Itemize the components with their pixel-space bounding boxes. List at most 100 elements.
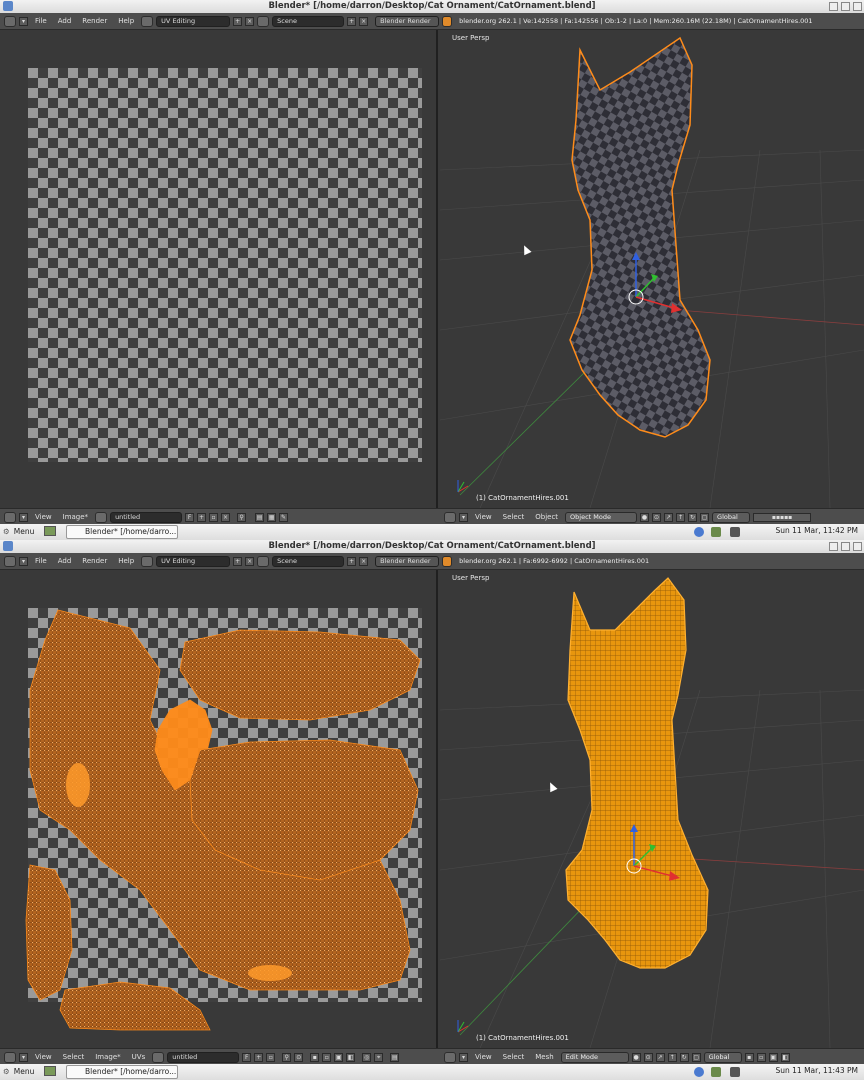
uv-image-editor[interactable] bbox=[0, 570, 438, 1048]
cat-mesh[interactable] bbox=[569, 36, 711, 438]
add-scene-button[interactable]: + bbox=[347, 16, 357, 26]
manipulator-toggle-icon[interactable]: ↗ bbox=[655, 1052, 665, 1062]
mesh-select-edge-icon[interactable]: ▫ bbox=[756, 1052, 766, 1062]
render-engine-select[interactable]: Blender Render bbox=[375, 555, 440, 567]
monitor-tray-icon[interactable] bbox=[711, 1067, 721, 1077]
menu-help[interactable]: Help bbox=[114, 557, 138, 565]
show-desktop-icon[interactable] bbox=[44, 1066, 57, 1076]
menu-add[interactable]: Add bbox=[54, 17, 76, 25]
uv-menu-select[interactable]: Select bbox=[59, 1053, 89, 1061]
image-new-button[interactable]: + bbox=[197, 512, 207, 522]
remove-layout-button[interactable]: × bbox=[245, 16, 255, 26]
layer-buttons-icon[interactable]: ▪▪▪▪▪ bbox=[753, 512, 812, 522]
editor-type-info-icon[interactable] bbox=[4, 15, 16, 27]
snap-toggle-icon[interactable]: ⌖ bbox=[374, 1052, 384, 1062]
add-layout-button[interactable]: + bbox=[233, 556, 243, 566]
network-tray-icon[interactable] bbox=[730, 1067, 740, 1077]
uv-menu-view[interactable]: View bbox=[31, 513, 56, 521]
menu-render[interactable]: Render bbox=[78, 17, 111, 25]
translate-manipulator-icon[interactable]: ↑ bbox=[667, 1052, 677, 1062]
scene-field[interactable]: Scene bbox=[272, 15, 345, 27]
rotate-manipulator-icon[interactable]: ↻ bbox=[679, 1052, 689, 1062]
image-open-button[interactable]: ▫ bbox=[209, 512, 219, 522]
menu-render[interactable]: Render bbox=[78, 557, 111, 565]
viewport-shading-icon[interactable]: ● bbox=[640, 512, 650, 522]
image-fake-user-button[interactable]: F bbox=[242, 1052, 252, 1062]
start-menu-button[interactable]: ⚙ Menu bbox=[3, 1066, 57, 1076]
uv-island-tail[interactable] bbox=[59, 981, 211, 1031]
editor-type-uv-icon[interactable] bbox=[4, 511, 16, 523]
collapse-menu-icon[interactable]: ▾ bbox=[19, 556, 28, 566]
start-menu-button[interactable]: ⚙ Menu bbox=[3, 526, 57, 536]
mesh-select-face-icon[interactable]: ▣ bbox=[768, 1052, 778, 1062]
image-name-field[interactable]: untitled bbox=[167, 1051, 240, 1063]
sticky-mode-icon[interactable]: ◧ bbox=[346, 1052, 356, 1062]
image-open-button[interactable]: ▫ bbox=[266, 1052, 276, 1062]
display-channels-icon[interactable]: ▤ bbox=[255, 512, 265, 522]
screen-layout-field[interactable]: UV Editing bbox=[156, 15, 231, 27]
remove-scene-button[interactable]: × bbox=[359, 556, 369, 566]
collapse-menu-icon[interactable]: ▾ bbox=[19, 16, 28, 26]
editor-type-3d-icon[interactable] bbox=[444, 511, 456, 523]
vp-menu-object[interactable]: Object bbox=[531, 513, 562, 521]
draw-mode-icon[interactable]: ▦ bbox=[267, 512, 277, 522]
uv-island-leg[interactable] bbox=[25, 864, 73, 1001]
image-name-field[interactable]: untitled bbox=[110, 511, 183, 523]
image-fake-user-button[interactable]: F bbox=[185, 512, 195, 522]
transform-orientation-select[interactable]: Global bbox=[703, 1051, 742, 1063]
transform-orientation-select[interactable]: Global bbox=[712, 511, 751, 523]
pin-image-icon[interactable]: ⚲ bbox=[237, 512, 247, 522]
taskbar-clock[interactable]: Sun 11 Mar, 11:43 PM bbox=[776, 1066, 859, 1075]
vp-menu-select[interactable]: Select bbox=[499, 1053, 529, 1061]
close-button[interactable] bbox=[853, 2, 862, 11]
minimize-button[interactable] bbox=[829, 542, 838, 551]
image-browse-icon[interactable] bbox=[152, 1051, 165, 1063]
pivot-point-icon[interactable]: ⊙ bbox=[643, 1052, 653, 1062]
pin-image-icon[interactable]: ⚲ bbox=[282, 1052, 292, 1062]
add-layout-button[interactable]: + bbox=[233, 16, 243, 26]
vp-menu-select[interactable]: Select bbox=[499, 513, 529, 521]
scale-manipulator-icon[interactable]: ▢ bbox=[691, 1052, 701, 1062]
mesh-select-vertex-icon[interactable]: ▪ bbox=[744, 1052, 754, 1062]
menu-help[interactable]: Help bbox=[114, 17, 138, 25]
minimize-button[interactable] bbox=[829, 2, 838, 11]
show-desktop-icon[interactable] bbox=[44, 526, 57, 536]
pivot-point-icon[interactable]: ⊙ bbox=[652, 512, 662, 522]
network-tray-icon[interactable] bbox=[730, 527, 740, 537]
menu-file[interactable]: File bbox=[31, 557, 51, 565]
3d-viewport[interactable]: User Persp (1) CatOrnamentHires.001 bbox=[440, 570, 864, 1048]
uv-collapse-icon[interactable]: ▾ bbox=[19, 512, 28, 522]
3d-viewport[interactable]: User Persp (1) CatOrnamentHires.001 bbox=[440, 30, 864, 508]
proportional-edit-icon[interactable]: ◎ bbox=[362, 1052, 372, 1062]
taskbar-blender-task[interactable]: Blender* [/home/darro... bbox=[66, 1065, 178, 1079]
remove-layout-button[interactable]: × bbox=[245, 556, 255, 566]
screen-layout-field[interactable]: UV Editing bbox=[156, 555, 231, 567]
uv-menu-image[interactable]: Image* bbox=[59, 513, 92, 521]
rotate-manipulator-icon[interactable]: ↻ bbox=[688, 512, 698, 522]
manipulator-toggle-icon[interactable]: ↗ bbox=[664, 512, 674, 522]
editor-type-uv-icon[interactable] bbox=[4, 1051, 16, 1063]
menu-add[interactable]: Add bbox=[54, 557, 76, 565]
limit-selection-icon[interactable]: ◧ bbox=[780, 1052, 790, 1062]
image-new-button[interactable]: + bbox=[254, 1052, 264, 1062]
translate-manipulator-icon[interactable]: ↑ bbox=[676, 512, 686, 522]
taskbar-clock[interactable]: Sun 11 Mar, 11:42 PM bbox=[776, 526, 859, 535]
update-shield-icon[interactable] bbox=[694, 527, 704, 537]
paint-mode-icon[interactable]: ✎ bbox=[279, 512, 289, 522]
vp-collapse-icon[interactable]: ▾ bbox=[459, 1052, 468, 1062]
uv-menu-view[interactable]: View bbox=[31, 1053, 56, 1061]
image-browse-icon[interactable] bbox=[95, 511, 108, 523]
uv-menu-image[interactable]: Image* bbox=[91, 1053, 124, 1061]
mode-select[interactable]: Edit Mode bbox=[560, 1051, 629, 1063]
scene-icon[interactable] bbox=[257, 555, 270, 567]
taskbar-blender-task[interactable]: Blender* [/home/darro... bbox=[66, 525, 178, 539]
scene-field[interactable]: Scene bbox=[272, 555, 345, 567]
menu-file[interactable]: File bbox=[31, 17, 51, 25]
vp-menu-mesh[interactable]: Mesh bbox=[531, 1053, 557, 1061]
update-shield-icon[interactable] bbox=[694, 1067, 704, 1077]
select-mode-vertex-icon[interactable]: ▪ bbox=[310, 1052, 320, 1062]
maximize-button[interactable] bbox=[841, 542, 850, 551]
vp-menu-view[interactable]: View bbox=[471, 1053, 496, 1061]
select-mode-edge-icon[interactable]: ▫ bbox=[322, 1052, 332, 1062]
uv-image-editor[interactable] bbox=[0, 30, 438, 508]
